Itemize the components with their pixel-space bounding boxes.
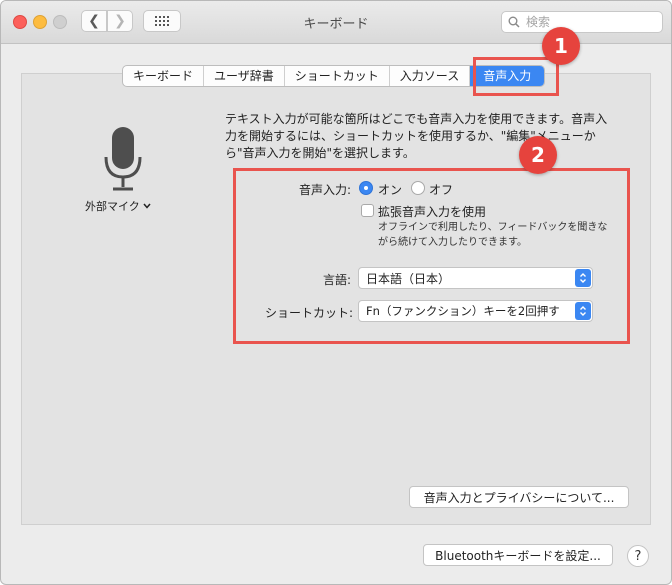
dictation-privacy-button[interactable]: 音声入力とプライバシーについて... [409, 486, 629, 508]
setup-bluetooth-keyboard-button[interactable]: Bluetoothキーボードを設定... [423, 544, 613, 566]
annotation-badge-1: 1 [542, 27, 580, 65]
dictation-on-label[interactable]: オン [378, 181, 402, 198]
tab-keyboard[interactable]: キーボード [123, 66, 205, 86]
updown-arrows-icon [575, 269, 591, 287]
language-select[interactable]: 日本語（日本） [358, 267, 593, 289]
tab-shortcuts[interactable]: ショートカット [285, 66, 390, 86]
microphone-selector[interactable]: 外部マイク [85, 198, 151, 214]
chevron-down-icon [143, 203, 151, 209]
search-field[interactable] [501, 11, 663, 33]
tab-user-dictionary[interactable]: ユーザ辞書 [204, 66, 285, 86]
shortcut-value: Fn（ファンクション）キーを2回押す [366, 304, 560, 318]
updown-arrows-icon [575, 302, 591, 320]
language-label: 言語: [323, 273, 352, 287]
search-input[interactable] [524, 14, 648, 30]
system-preferences-window: ❮ ❯ キーボード キーボード ユーザ辞書 ショート [0, 0, 672, 585]
tab-input-sources[interactable]: 入力ソース [390, 66, 471, 86]
dictation-off-radio[interactable] [411, 181, 425, 195]
dictation-label: 音声入力: [299, 183, 352, 197]
microphone-icon [104, 127, 142, 191]
enhanced-dictation-checkbox[interactable] [361, 204, 374, 217]
help-button[interactable]: ? [627, 545, 649, 567]
dictation-off-label[interactable]: オフ [429, 181, 453, 198]
enhanced-dictation-label[interactable]: 拡張音声入力を使用 [378, 203, 486, 220]
annotation-box-1 [473, 57, 559, 96]
enhanced-dictation-note: オフラインで利用したり、フィードバックを聞きながら続けて入力したりできます。 [378, 222, 608, 248]
shortcut-select[interactable]: Fn（ファンクション）キーを2回押す [358, 300, 593, 322]
annotation-badge-2: 2 [519, 136, 557, 174]
microphone-label: 外部マイク [85, 200, 140, 213]
dictation-description: テキスト入力が可能な箇所はどこでも音声入力を使用できます。音声入力を開始するには… [225, 112, 608, 160]
language-value: 日本語（日本） [366, 271, 451, 286]
search-icon [508, 16, 520, 28]
shortcut-label: ショートカット: [265, 306, 354, 320]
dictation-on-radio[interactable] [359, 181, 373, 195]
